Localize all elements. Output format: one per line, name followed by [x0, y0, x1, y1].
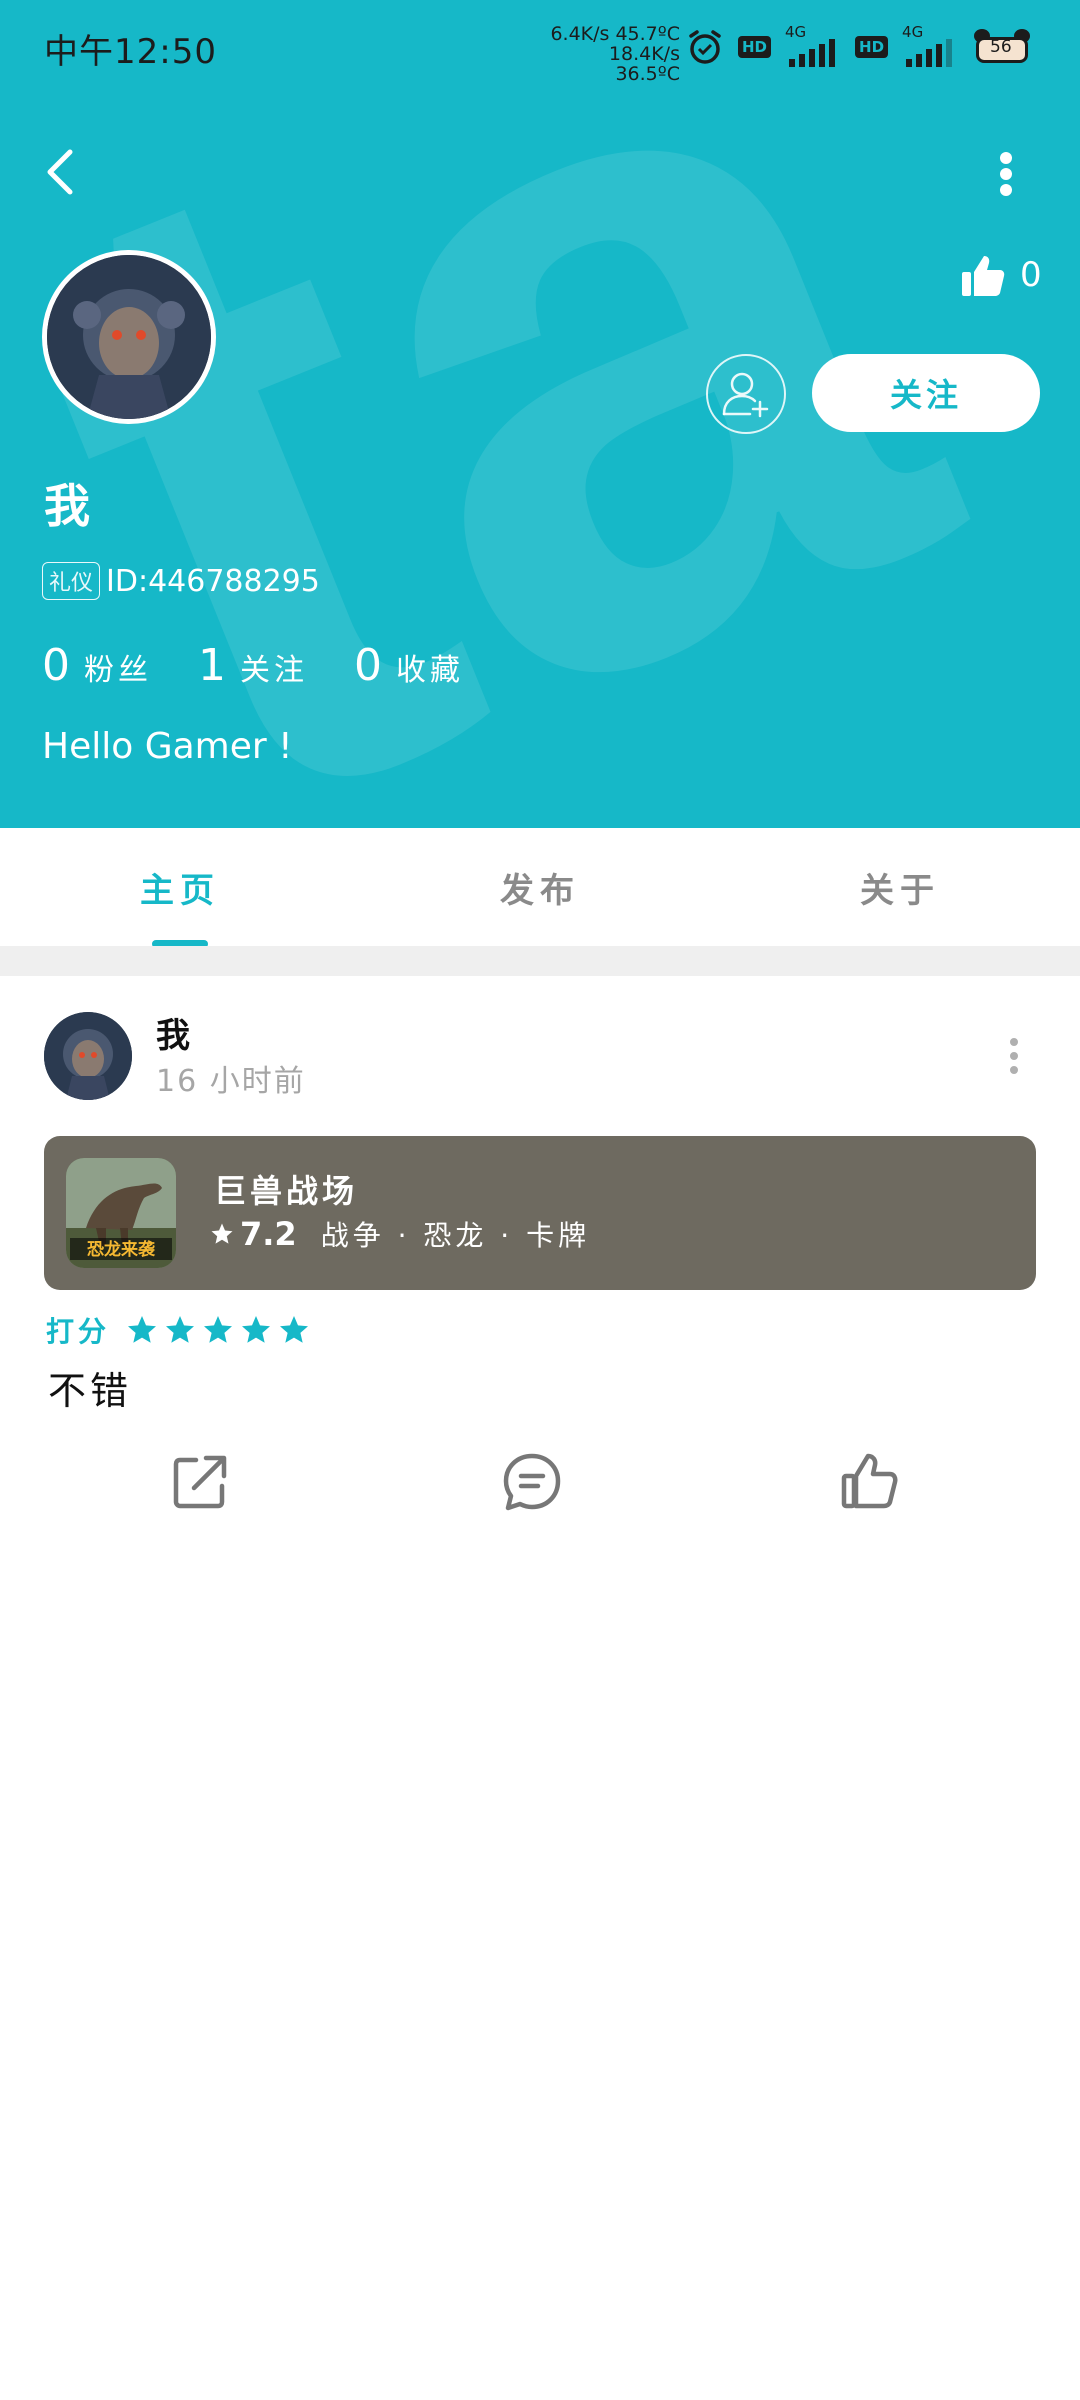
- star-icon: [242, 1316, 271, 1343]
- thumbs-up-icon: [962, 256, 1005, 296]
- comment-icon: [503, 1453, 561, 1511]
- stat-count: 0: [354, 640, 382, 691]
- status-time: 中午12:50: [44, 32, 217, 72]
- profile-avatar[interactable]: [42, 250, 216, 424]
- tab-published[interactable]: 发布: [360, 828, 720, 946]
- share-button[interactable]: [168, 1450, 232, 1514]
- chevron-left-icon: [47, 149, 73, 195]
- star-icon: [280, 1316, 309, 1343]
- rating-row: 打分: [46, 1310, 310, 1350]
- battery-icon: 56: [972, 27, 1032, 67]
- game-score: 7.2: [240, 1215, 297, 1253]
- post-author-name[interactable]: 我: [156, 1008, 190, 1057]
- game-icon-label: 恐龙来袭: [87, 1239, 156, 1260]
- status-icons: HD 4G HD 4G 56: [686, 22, 1032, 72]
- dinosaur-game-image: 恐龙来袭: [66, 1158, 176, 1268]
- rating-label: 打分: [46, 1315, 111, 1348]
- post-timestamp: 16 小时前: [156, 1064, 306, 1099]
- stat-label: 收藏: [396, 653, 464, 688]
- hd-badge: HD: [738, 36, 772, 58]
- stat-favorites[interactable]: 0 收藏: [354, 640, 464, 691]
- profile-bio: Hello Gamer !: [42, 726, 293, 767]
- post-more-button[interactable]: [1004, 1036, 1024, 1076]
- stat-label: 粉丝: [84, 653, 152, 688]
- user-badge: 礼仪: [42, 562, 101, 600]
- share-icon: [173, 1455, 227, 1509]
- add-friend-button[interactable]: [706, 354, 786, 434]
- section-divider: [0, 946, 1080, 976]
- profile-tabs: 主页 发布 关于: [0, 828, 1080, 946]
- more-vertical-icon: [1000, 152, 1012, 164]
- back-button[interactable]: [40, 146, 84, 198]
- rating-stars: [126, 1314, 310, 1346]
- stat-label: 关注: [240, 653, 308, 688]
- tab-home[interactable]: 主页: [0, 828, 360, 946]
- stat-count: 0: [42, 640, 70, 691]
- star-icon: [128, 1316, 157, 1343]
- battery-level: 56: [990, 37, 1012, 57]
- star-icon: [166, 1316, 195, 1343]
- star-icon: [211, 1223, 233, 1244]
- net-speed-line-2: 18.4K/s 36.5ºC: [608, 43, 680, 85]
- comment-button[interactable]: [500, 1450, 564, 1514]
- user-id: ID:446788295: [106, 563, 320, 599]
- network-speed: 6.4K/s 45.7ºC 18.4K/s 36.5ºC: [540, 24, 680, 84]
- stat-fans[interactable]: 0 粉丝: [42, 640, 152, 691]
- game-tags: 战争 · 恐龙 · 卡牌: [320, 1219, 591, 1252]
- status-bar: 中午12:50 6.4K/s 45.7ºC 18.4K/s 36.5ºC HD …: [0, 0, 1080, 96]
- thumbs-up-icon: [841, 1453, 898, 1509]
- alarm-icon: [689, 30, 721, 64]
- like-count: 0: [1020, 255, 1042, 295]
- profile-like-count[interactable]: 0: [960, 250, 1042, 300]
- profile-username: 我: [44, 479, 90, 533]
- review-text: 不错: [48, 1369, 133, 1413]
- avatar-image: [44, 1012, 132, 1100]
- star-icon: [204, 1316, 233, 1343]
- tab-about[interactable]: 关于: [720, 828, 1080, 946]
- more-vertical-icon: [1010, 1038, 1018, 1046]
- signal-icon: 4G: [785, 23, 841, 67]
- more-options-button[interactable]: [986, 146, 1026, 198]
- game-icon: 恐龙来袭: [66, 1158, 176, 1268]
- stat-count: 1: [198, 640, 226, 691]
- signal-icon: 4G: [902, 23, 958, 67]
- follow-button[interactable]: 关注: [812, 354, 1040, 432]
- post-author-avatar[interactable]: [44, 1012, 132, 1100]
- user-plus-icon: [722, 372, 769, 418]
- post-actions: [0, 1450, 1080, 1522]
- avatar-image: [47, 255, 211, 419]
- game-name: 巨兽战场: [214, 1172, 359, 1210]
- net-speed-line-1: 6.4K/s 45.7ºC: [550, 23, 680, 45]
- like-button[interactable]: [838, 1450, 902, 1514]
- stat-following[interactable]: 1 关注: [198, 640, 308, 691]
- user-id-row: 礼仪 ID:446788295: [42, 562, 320, 600]
- game-card[interactable]: 恐龙来袭 巨兽战场 7.2 战争 · 恐龙 · 卡牌: [44, 1136, 1036, 1290]
- profile-stats: 0 粉丝 1 关注 0 收藏: [42, 640, 510, 691]
- game-meta: 7.2 战争 · 恐龙 · 卡牌: [210, 1214, 590, 1254]
- hd-badge: HD: [855, 36, 889, 58]
- profile-header: ta 中午12:50 6.4K/s 45.7ºC 18.4K/s 36.5ºC …: [0, 0, 1080, 828]
